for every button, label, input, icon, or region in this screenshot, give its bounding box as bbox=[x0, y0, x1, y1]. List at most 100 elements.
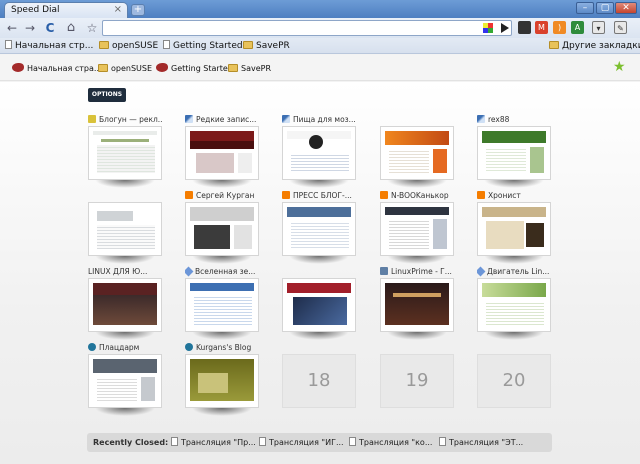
page-icon bbox=[5, 40, 12, 49]
translate-icon[interactable]: A bbox=[571, 21, 584, 34]
dial-tile[interactable] bbox=[380, 114, 454, 188]
dial-tile[interactable]: Редкие запис... bbox=[185, 114, 259, 188]
dial-thumbnail[interactable] bbox=[477, 278, 551, 332]
bookmark-folder[interactable]: SavePR bbox=[243, 40, 290, 52]
back-button[interactable]: ← bbox=[4, 20, 20, 36]
extension-dark-icon[interactable] bbox=[518, 21, 531, 34]
tab-speed-dial[interactable]: Speed Dial × bbox=[4, 2, 128, 18]
dial-thumbnail[interactable] bbox=[88, 126, 162, 180]
folder-icon bbox=[98, 64, 108, 72]
page-preview bbox=[385, 283, 449, 327]
tile-shadow bbox=[484, 256, 544, 264]
dial-tile[interactable]: LINUX ДЛЯ Ю... bbox=[88, 266, 162, 340]
dial-label: Сергей Курган bbox=[185, 190, 259, 201]
dial-thumbnail[interactable] bbox=[380, 202, 454, 256]
dial-tile[interactable] bbox=[88, 190, 162, 264]
dial-thumbnail[interactable] bbox=[185, 126, 259, 180]
dial-tile[interactable]: ПРЕСС БЛОГ-... bbox=[282, 190, 356, 264]
dial-label: Двигатель Lin... bbox=[477, 266, 551, 277]
dial-tile[interactable]: Вселенная зе... bbox=[185, 266, 259, 340]
dial-tile[interactable]: Сергей Курган bbox=[185, 190, 259, 264]
color-picker-icon[interactable] bbox=[483, 23, 493, 33]
empty-dial-slot[interactable]: 18 bbox=[282, 342, 356, 408]
reload-button[interactable]: C bbox=[42, 20, 58, 36]
bookmark-star-button[interactable]: ☆ bbox=[84, 20, 100, 36]
dial-tile[interactable] bbox=[282, 266, 356, 340]
dial-thumbnail[interactable] bbox=[185, 202, 259, 256]
recently-closed-item[interactable]: Трансляция "ко... bbox=[349, 433, 432, 452]
page-preview bbox=[93, 131, 157, 175]
dial-thumbnail[interactable] bbox=[380, 126, 454, 180]
dial-label: Хронист bbox=[477, 190, 551, 201]
page-preview bbox=[190, 207, 254, 251]
recently-closed-item[interactable]: Трансляция "ИГ... bbox=[259, 433, 344, 452]
sd-bookmark-folder[interactable]: SavePR bbox=[228, 63, 271, 75]
address-bar[interactable] bbox=[102, 20, 512, 36]
home-button[interactable]: ⌂ bbox=[63, 20, 79, 36]
dial-thumbnail[interactable] bbox=[88, 202, 162, 256]
dial-tile[interactable]: rex88 bbox=[477, 114, 551, 188]
maximize-button[interactable]: ▢ bbox=[596, 2, 614, 14]
empty-dial-slot[interactable]: 19 bbox=[380, 342, 454, 408]
empty-slot-number[interactable]: 18 bbox=[282, 354, 356, 408]
pencil-icon bbox=[282, 115, 290, 123]
recently-closed-label: Трансляция "ко... bbox=[359, 438, 433, 447]
dial-thumbnail[interactable] bbox=[185, 354, 259, 408]
recently-closed-item[interactable]: Трансляция "Пр... bbox=[171, 433, 256, 452]
dial-thumbnail[interactable] bbox=[282, 126, 356, 180]
empty-slot-number[interactable]: 20 bbox=[477, 354, 551, 408]
forward-button[interactable]: → bbox=[22, 20, 38, 36]
page-preview bbox=[287, 283, 351, 327]
wrench-menu-icon[interactable]: ✎ bbox=[614, 21, 627, 34]
page-menu-icon[interactable]: ▾ bbox=[592, 21, 605, 34]
dial-thumbnail[interactable] bbox=[282, 202, 356, 256]
dial-thumbnail[interactable] bbox=[88, 278, 162, 332]
dial-tile[interactable]: Хронист bbox=[477, 190, 551, 264]
dial-thumbnail[interactable] bbox=[380, 278, 454, 332]
dial-tile[interactable]: Плацдарм bbox=[88, 342, 162, 416]
gmail-icon[interactable]: M bbox=[535, 21, 548, 34]
bookmark-item[interactable]: Getting Started bbox=[163, 40, 243, 52]
sd-bookmark-item[interactable]: Начальная стра... bbox=[12, 63, 102, 75]
sd-bookmark-folder[interactable]: openSUSE bbox=[98, 63, 152, 75]
page-icon bbox=[163, 40, 170, 49]
options-button[interactable]: OPTIONS bbox=[88, 88, 126, 102]
dial-thumbnail[interactable] bbox=[88, 354, 162, 408]
blogun-icon bbox=[88, 115, 96, 123]
empty-dial-slot[interactable]: 20 bbox=[477, 342, 551, 408]
play-icon[interactable] bbox=[501, 23, 509, 33]
sd-bookmark-label: Getting Started bbox=[171, 64, 233, 73]
dial-label: N-BOOKанькор bbox=[380, 190, 454, 201]
dial-tile[interactable]: LinuxPrime - Г... bbox=[380, 266, 454, 340]
dial-thumbnail[interactable] bbox=[477, 126, 551, 180]
dial-thumbnail[interactable] bbox=[282, 278, 356, 332]
bird-icon bbox=[12, 63, 24, 72]
recently-closed-label: Трансляция "Пр... bbox=[181, 438, 256, 447]
dial-thumbnail[interactable] bbox=[477, 202, 551, 256]
dial-thumbnail[interactable] bbox=[185, 278, 259, 332]
sd-bookmark-item[interactable]: Getting Started bbox=[156, 63, 233, 75]
dial-tile[interactable]: Kurgans's Blog bbox=[185, 342, 259, 416]
tile-shadow bbox=[387, 180, 447, 188]
dial-tile[interactable]: Двигатель Lin... bbox=[477, 266, 551, 340]
page-preview bbox=[190, 359, 254, 403]
dial-title: Плацдарм bbox=[99, 343, 140, 352]
dial-tile[interactable]: N-BOOKанькор bbox=[380, 190, 454, 264]
empty-slot-number[interactable]: 19 bbox=[380, 354, 454, 408]
bookmark-item[interactable]: Начальная стр... bbox=[5, 40, 93, 52]
new-tab-button[interactable]: + bbox=[131, 4, 145, 16]
close-window-button[interactable]: ✕ bbox=[615, 2, 637, 14]
recently-closed-item[interactable]: Трансляция "ЭТ... bbox=[439, 433, 523, 452]
rss-icon[interactable]: ) bbox=[553, 21, 566, 34]
bookmark-folder[interactable]: openSUSE bbox=[99, 40, 158, 52]
folder-icon bbox=[99, 41, 109, 49]
page-preview bbox=[385, 207, 449, 251]
tab-close-icon[interactable]: × bbox=[114, 4, 122, 15]
other-bookmarks-folder[interactable]: Другие закладки bbox=[549, 40, 640, 52]
tile-shadow bbox=[192, 332, 252, 340]
dial-tile[interactable]: Блогун — рекл... bbox=[88, 114, 162, 188]
star-icon[interactable]: ★ bbox=[613, 59, 626, 75]
tile-shadow bbox=[192, 408, 252, 416]
minimize-button[interactable]: – bbox=[576, 2, 594, 14]
dial-tile[interactable]: Пища для моз... bbox=[282, 114, 356, 188]
